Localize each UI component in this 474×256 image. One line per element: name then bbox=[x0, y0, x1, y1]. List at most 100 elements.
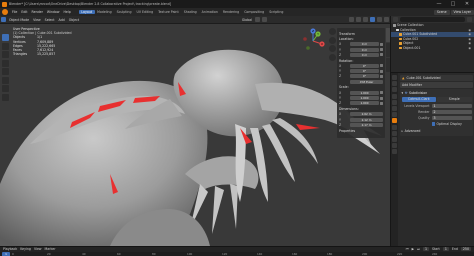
transform-orientation-dropdown[interactable]: Global bbox=[240, 18, 254, 22]
properties-subpanel-title[interactable]: Properties bbox=[339, 129, 383, 133]
lock-icon bbox=[380, 42, 383, 46]
menu-view[interactable]: View bbox=[31, 18, 43, 22]
xray-icon[interactable] bbox=[356, 17, 361, 22]
editor-type-icon[interactable] bbox=[1, 17, 6, 22]
dimensions-z-field[interactable]: Z 2.17 m bbox=[339, 122, 383, 128]
tab-rendering[interactable]: Rendering bbox=[220, 10, 241, 14]
scene-icon[interactable] bbox=[392, 99, 397, 105]
lock-icon bbox=[380, 69, 383, 73]
measure-tool-icon[interactable] bbox=[2, 93, 9, 101]
mesh-object-icon: ▲ bbox=[402, 75, 405, 80]
menu-render[interactable]: Render bbox=[30, 10, 45, 14]
dimensions-x-field[interactable]: X 2.62 m bbox=[339, 112, 383, 117]
object-icon[interactable] bbox=[392, 112, 397, 118]
annotate-tool-icon[interactable] bbox=[2, 85, 9, 92]
scale-y-field[interactable]: Y 1.000 bbox=[339, 96, 383, 101]
render-icon[interactable] bbox=[392, 81, 397, 87]
rotation-mode-dropdown[interactable]: XYZ Euler bbox=[339, 79, 383, 84]
catmull-clark-button[interactable]: Catmull-Clark bbox=[401, 96, 436, 102]
tab-animation[interactable]: Animation bbox=[199, 10, 220, 14]
blender-logo-icon[interactable] bbox=[2, 9, 8, 15]
transform-section-title[interactable]: Transform bbox=[339, 32, 383, 36]
overlay-icon[interactable] bbox=[349, 17, 354, 22]
tab-scripting[interactable]: Scripting bbox=[267, 10, 286, 14]
advanced-section[interactable]: ▸ Advanced bbox=[402, 128, 472, 133]
dimensions-y-field[interactable]: Y 2.12 m bbox=[339, 117, 383, 122]
playhead[interactable]: 1 bbox=[2, 251, 10, 256]
particles-icon[interactable] bbox=[392, 124, 397, 130]
view-layer-icon[interactable] bbox=[392, 93, 397, 99]
data-icon[interactable] bbox=[392, 143, 397, 149]
menu-file[interactable]: File bbox=[10, 10, 19, 14]
scale-z-field[interactable]: Z 1.000 bbox=[339, 101, 383, 106]
camera-view-icon[interactable] bbox=[329, 45, 336, 52]
snap-icon[interactable] bbox=[255, 17, 260, 22]
modifier-header[interactable]: ▾ ⚒ Subdivision bbox=[402, 91, 472, 96]
optimal-display-checkbox[interactable]: Optimal Display bbox=[431, 122, 472, 127]
location-x-field[interactable]: X0 m bbox=[339, 42, 383, 47]
rendered-shading-icon[interactable] bbox=[384, 17, 389, 22]
tab-layout[interactable]: Layout bbox=[78, 10, 95, 14]
scale-x-field[interactable]: X 1.000 bbox=[339, 90, 383, 95]
wireframe-shading-icon[interactable] bbox=[363, 17, 368, 22]
outliner-display-mode-icon[interactable] bbox=[393, 17, 398, 22]
pan-hand-icon[interactable] bbox=[329, 36, 336, 44]
filter-icon[interactable] bbox=[467, 17, 472, 22]
collection-icon bbox=[393, 24, 396, 27]
constraints-icon[interactable] bbox=[392, 136, 397, 142]
tab-shading[interactable]: Shading bbox=[181, 10, 199, 14]
tab-uv-editing[interactable]: UV Editing bbox=[134, 10, 156, 14]
levels-viewport-field[interactable]: Levels Viewport 1 bbox=[402, 103, 472, 109]
cursor-tool-icon[interactable] bbox=[2, 42, 9, 50]
menu-window[interactable]: Window bbox=[45, 10, 62, 14]
tab-modeling[interactable]: Modeling bbox=[95, 10, 115, 14]
object-name-bar[interactable]: ▲ Cube.001 Subdivided bbox=[400, 75, 473, 81]
scene-selector: Scene View Layer bbox=[433, 9, 474, 15]
menu-help[interactable]: Help bbox=[61, 10, 72, 14]
tab-sculpting[interactable]: Sculpting bbox=[114, 10, 134, 14]
mode-dropdown[interactable]: Object Mode bbox=[7, 18, 31, 22]
tab-compositing[interactable]: Compositing bbox=[242, 10, 267, 14]
timeline-ruler[interactable]: 1 0 20 40 60 80 100 120 140 160 180 200 220 240 bbox=[0, 251, 474, 256]
transform-tool-icon[interactable] bbox=[2, 76, 9, 84]
rotation-x-field[interactable]: X 0° bbox=[339, 63, 383, 69]
location-z-field[interactable]: Z0 m bbox=[339, 52, 383, 58]
grid-perspective-icon[interactable] bbox=[329, 53, 336, 61]
menu-select[interactable]: Select bbox=[43, 18, 57, 22]
simple-button[interactable]: Simple bbox=[437, 96, 472, 102]
scene-field[interactable]: Scene bbox=[433, 9, 450, 15]
move-tool-icon[interactable] bbox=[2, 51, 9, 58]
rotation-y-field[interactable]: Y 0° bbox=[339, 69, 383, 74]
material-icon[interactable] bbox=[392, 149, 397, 155]
tab-texture-paint[interactable]: Texture Paint bbox=[156, 10, 182, 14]
rotation-z-field[interactable]: Z 0° bbox=[339, 74, 383, 79]
menu-add[interactable]: Add bbox=[57, 18, 67, 22]
location-y-field[interactable]: Y0 m bbox=[339, 47, 383, 52]
world-icon[interactable] bbox=[392, 105, 397, 111]
proportional-edit-icon[interactable] bbox=[262, 17, 267, 22]
view-layer-field[interactable]: View Layer bbox=[450, 9, 474, 15]
3d-viewport[interactable]: User Perspective (1) Collection | Cube.0… bbox=[0, 24, 390, 246]
select-box-tool-icon[interactable] bbox=[2, 34, 9, 41]
modifier-wrench-icon[interactable] bbox=[392, 118, 397, 124]
outliner-row[interactable]: Object.001 ◉ bbox=[391, 46, 474, 51]
render-levels-field[interactable]: Render 2 bbox=[402, 109, 472, 115]
minimize-button[interactable]: — bbox=[432, 0, 446, 8]
output-icon[interactable] bbox=[392, 87, 397, 93]
outliner-search-input[interactable] bbox=[400, 17, 465, 22]
navigation-gizmo[interactable]: X Y Z bbox=[300, 28, 326, 54]
viewport-header: Object Mode View Select Add Object Globa… bbox=[0, 16, 390, 24]
close-button[interactable]: ✕ bbox=[460, 0, 474, 8]
menu-object[interactable]: Object bbox=[67, 18, 81, 22]
maximize-button[interactable]: □ bbox=[446, 0, 460, 8]
zoom-icon[interactable] bbox=[329, 28, 336, 35]
physics-icon[interactable] bbox=[392, 130, 397, 136]
menu-edit[interactable]: Edit bbox=[19, 10, 29, 14]
tool-settings-icon[interactable] bbox=[392, 75, 397, 80]
quality-field[interactable]: Quality 3 bbox=[402, 115, 472, 121]
material-shading-icon[interactable] bbox=[377, 17, 382, 22]
scale-tool-icon[interactable] bbox=[2, 68, 9, 75]
add-modifier-dropdown[interactable]: Add Modifier bbox=[400, 82, 473, 88]
rotate-tool-icon[interactable] bbox=[2, 59, 9, 67]
solid-shading-icon[interactable] bbox=[370, 17, 375, 22]
